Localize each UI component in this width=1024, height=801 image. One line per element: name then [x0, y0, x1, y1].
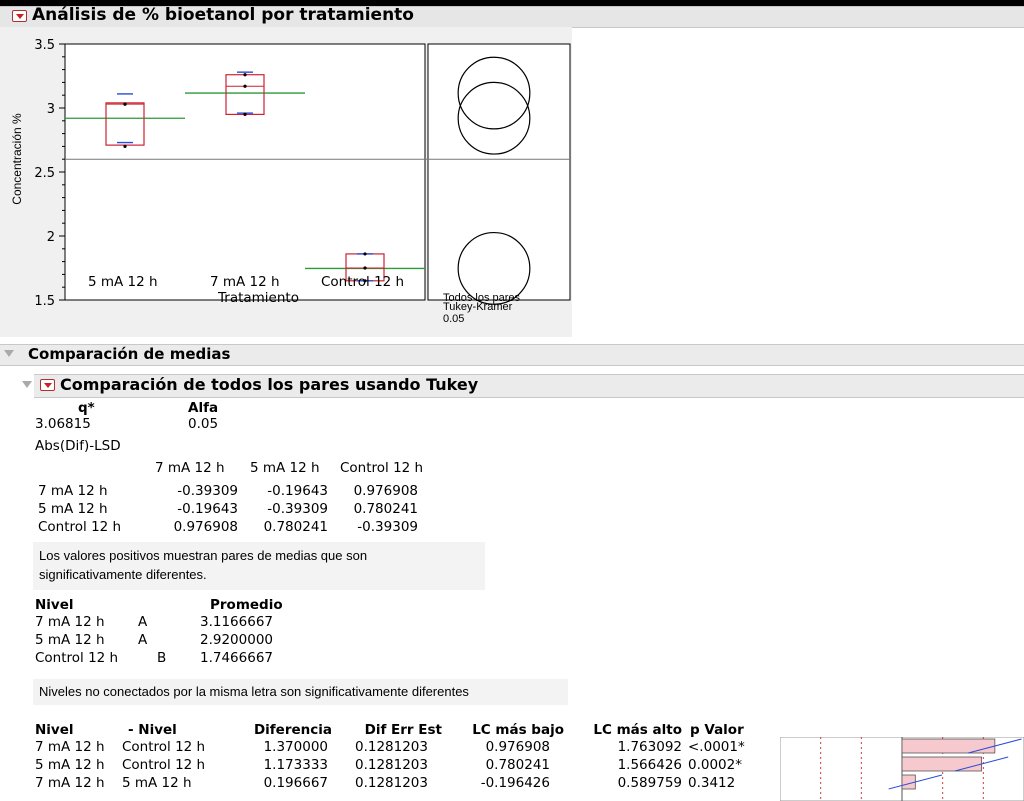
y-tick-label: 3	[47, 102, 55, 117]
y-tick-label: 2.5	[34, 166, 55, 181]
data-point	[363, 252, 367, 256]
diff-stderr: 0.1281203	[354, 775, 428, 791]
lsd-col-header: Control 12 h	[340, 460, 424, 476]
lsd-title: Abs(Dif)-LSD	[35, 438, 121, 454]
lsd-col-header: 7 mA 12 h	[155, 460, 225, 476]
mini-diff-bar	[901, 774, 916, 790]
x-axis-label: Tratamiento	[218, 290, 299, 306]
y-tick-label: 1.5	[34, 294, 55, 309]
data-point	[243, 112, 247, 116]
diff-p-value: 0.0002*	[688, 757, 742, 773]
alfa-header: Alfa	[188, 400, 219, 416]
diff-level-b: Control 12 h	[122, 757, 206, 773]
note-positive-line1: Los valores positivos muestran pares de …	[39, 548, 368, 563]
promedio-header: Promedio	[210, 597, 283, 613]
lsd-row-label: Control 12 h	[38, 519, 122, 535]
diff-lower-cl: 0.780241	[485, 757, 550, 773]
diff-level-b: 5 mA 12 h	[122, 775, 192, 791]
diff-bar-chart	[780, 737, 1024, 801]
diff-header-lc-alto: LC más alto	[593, 722, 682, 738]
x-tick-label: 5 mA 12 h	[88, 274, 158, 290]
level-letter: B	[157, 650, 167, 666]
lsd-cell: -0.19643	[177, 501, 238, 517]
diff-level-a: 7 mA 12 h	[35, 775, 105, 791]
section-title-comparacion: Comparación de medias	[28, 345, 231, 363]
level-letter: A	[138, 614, 148, 630]
data-point	[123, 102, 127, 106]
lsd-cell: 0.780241	[353, 501, 418, 517]
data-point	[363, 266, 367, 270]
level-label: 5 mA 12 h	[35, 632, 105, 648]
y-tick-label: 2	[47, 230, 55, 245]
level-mean: 3.1166667	[200, 614, 274, 630]
diff-value: 1.370000	[263, 739, 328, 755]
lsd-row-label: 5 mA 12 h	[38, 501, 108, 517]
lsd-cell: -0.39309	[267, 501, 328, 517]
diff-p-value: <.0001*	[688, 739, 745, 755]
note-letters: Niveles no conectados por la misma letra…	[33, 679, 568, 705]
note-positive-line2: significativamente diferentes.	[39, 567, 207, 582]
diff-header-lc-bajo: LC más bajo	[472, 722, 564, 738]
alfa-value: 0.05	[188, 416, 219, 432]
level-mean: 1.7466667	[200, 650, 274, 666]
diff-value: 0.196667	[263, 775, 328, 791]
mini-diff-bar	[901, 756, 982, 772]
lsd-row-label: 7 mA 12 h	[38, 483, 108, 499]
x-tick-label: Control 12 h	[321, 274, 405, 290]
diff-upper-cl: 1.566426	[617, 757, 682, 773]
diff-level-a: 7 mA 12 h	[35, 739, 105, 755]
nivel-header: Nivel	[35, 597, 74, 613]
lsd-cell: 0.780241	[263, 519, 328, 535]
diff-lower-cl: -0.196426	[480, 775, 550, 791]
diff-p-value: 0.3412	[688, 775, 736, 791]
data-point	[243, 73, 247, 77]
data-point	[123, 144, 127, 148]
circles-label-method: Tukey-Kramer	[443, 301, 513, 313]
note-positive: Los valores positivos muestran pares de …	[33, 542, 485, 590]
level-mean: 2.9200000	[200, 632, 274, 648]
circles-label-alpha: 0.05	[443, 313, 465, 325]
lsd-cell: -0.39309	[357, 519, 418, 535]
plot-frame	[64, 43, 426, 301]
y-tick-label: 3.5	[34, 38, 55, 53]
section-title-tukey: Comparación de todos los pares usando Tu…	[60, 375, 479, 394]
lsd-col-header: 5 mA 12 h	[250, 460, 320, 476]
lsd-cell: -0.39309	[177, 483, 238, 499]
diff-header-minus-nivel: - Nivel	[128, 722, 177, 738]
level-label: 7 mA 12 h	[35, 614, 105, 630]
mini-diff-bar	[901, 738, 996, 754]
diff-stderr: 0.1281203	[354, 757, 428, 773]
data-point	[243, 84, 247, 88]
lsd-cell: 0.976908	[353, 483, 418, 499]
lsd-cell: -0.19643	[267, 483, 328, 499]
diff-header-diferencia: Diferencia	[253, 722, 332, 738]
report-title: Análisis de % bioetanol por tratamiento	[32, 5, 414, 25]
report-menu-icon[interactable]	[12, 10, 27, 22]
disclosure-icon[interactable]	[22, 381, 32, 388]
tukey-menu-icon[interactable]	[40, 379, 55, 391]
diff-lower-cl: 0.976908	[485, 739, 550, 755]
x-tick-label: 7 mA 12 h	[210, 274, 280, 290]
diff-upper-cl: 0.589759	[617, 775, 682, 791]
level-letter: A	[138, 632, 148, 648]
diff-upper-cl: 1.763092	[617, 739, 682, 755]
diff-header-err: Dif Err Est	[364, 722, 442, 738]
diff-level-a: 5 mA 12 h	[35, 757, 105, 773]
diff-stderr: 0.1281203	[354, 739, 428, 755]
q-header: q*	[78, 400, 95, 416]
lsd-cell: 0.976908	[173, 519, 238, 535]
diff-value: 1.173333	[263, 757, 328, 773]
level-label: Control 12 h	[35, 650, 119, 666]
diff-level-b: Control 12 h	[122, 739, 206, 755]
disclosure-icon[interactable]	[4, 350, 14, 357]
diff-header-p: p Valor	[690, 722, 744, 738]
y-axis-label: Concentración %	[10, 113, 24, 205]
diff-header-nivel: Nivel	[35, 722, 74, 738]
q-value: 3.06815	[35, 416, 91, 432]
